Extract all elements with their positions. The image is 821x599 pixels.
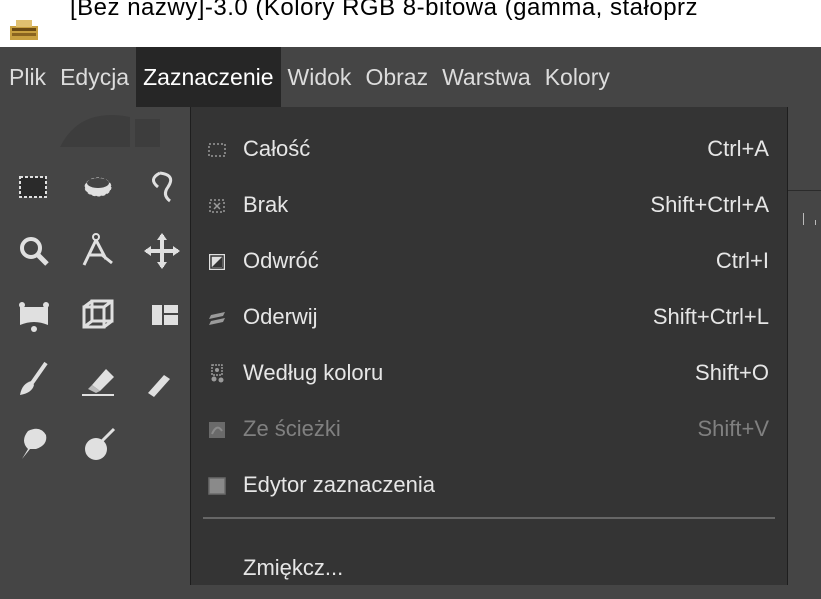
menu-item-shortcut: Shift+O bbox=[695, 360, 769, 385]
menu-item-label: Ze ścieżki bbox=[243, 416, 341, 441]
menu-item-select-all[interactable]: Całość Ctrl+A bbox=[191, 124, 787, 180]
path-to-selection-icon bbox=[209, 422, 225, 438]
menu-item-float[interactable]: Oderwij Shift+Ctrl+L bbox=[191, 292, 787, 348]
menu-separator bbox=[203, 517, 775, 519]
paintbrush-icon[interactable] bbox=[12, 357, 56, 401]
menu-item-selection-editor[interactable]: Edytor zaznaczenia bbox=[191, 460, 787, 516]
select-by-color-icon bbox=[211, 364, 224, 383]
perspective-icon[interactable] bbox=[76, 293, 120, 337]
menu-edycja[interactable]: Edycja bbox=[53, 47, 136, 107]
smudge-icon[interactable] bbox=[12, 421, 56, 465]
menu-item-by-color[interactable]: Według koloru Shift+O bbox=[191, 348, 787, 404]
zoom-icon[interactable] bbox=[12, 229, 56, 273]
menu-obraz[interactable]: Obraz bbox=[358, 47, 435, 107]
menu-item-label: Brak bbox=[243, 192, 289, 217]
menu-item-shortcut: Ctrl+A bbox=[707, 136, 769, 161]
unified-transform-icon[interactable] bbox=[12, 293, 56, 337]
menu-item-from-path: Ze ścieżki Shift+V bbox=[191, 404, 787, 460]
canvas-tab-border bbox=[785, 118, 821, 190]
menu-item-shortcut: Ctrl+I bbox=[715, 248, 769, 273]
menu-zaznaczenie[interactable]: Zaznaczenie bbox=[136, 47, 281, 107]
ruler-tick bbox=[803, 213, 804, 225]
float-selection-icon bbox=[209, 312, 225, 325]
toolbox bbox=[0, 107, 190, 585]
menu-warstwa[interactable]: Warstwa bbox=[435, 47, 538, 107]
menu-item-label: Całość bbox=[243, 136, 311, 161]
gimp-app-icon bbox=[10, 20, 38, 40]
wilber-decoration-icon bbox=[60, 115, 160, 147]
invert-selection-icon bbox=[209, 254, 225, 270]
menu-item-label: Odwróć bbox=[243, 248, 319, 273]
measure-icon[interactable] bbox=[76, 229, 120, 273]
menu-item-label: Edytor zaznaczenia bbox=[243, 472, 435, 497]
menu-item-label: Oderwij bbox=[243, 304, 318, 329]
menu-item-label: Zmiękcz... bbox=[243, 555, 344, 580]
move-icon[interactable] bbox=[140, 229, 184, 273]
menu-item-feather[interactable]: Zmiękcz... bbox=[191, 543, 787, 599]
ruler-tick bbox=[815, 220, 816, 225]
menu-item-label: Według koloru bbox=[243, 360, 384, 385]
select-menu-dropdown: Całość Ctrl+A Brak Shift+Ctrl+A Odwróć C… bbox=[190, 107, 788, 585]
dodge-icon[interactable] bbox=[76, 421, 120, 465]
menu-item-select-none[interactable]: Brak Shift+Ctrl+A bbox=[191, 180, 787, 236]
align-icon[interactable] bbox=[140, 293, 184, 337]
ellipse-select-icon[interactable] bbox=[76, 165, 120, 209]
window-title-bar: [Bez nazwy]-3.0 (Kolory RGB 8-bitowa (ga… bbox=[0, 0, 821, 47]
menu-item-invert[interactable]: Odwróć Ctrl+I bbox=[191, 236, 787, 292]
airbrush-icon[interactable] bbox=[140, 357, 184, 401]
menu-kolory[interactable]: Kolory bbox=[538, 47, 617, 107]
menu-item-shortcut: Shift+Ctrl+A bbox=[650, 192, 769, 217]
canvas-divider bbox=[786, 190, 821, 191]
select-none-icon bbox=[209, 199, 225, 213]
window-title: [Bez nazwy]-3.0 (Kolory RGB 8-bitowa (ga… bbox=[70, 0, 699, 21]
menu-item-shortcut: Shift+Ctrl+L bbox=[652, 304, 769, 329]
menu-item-shortcut: Shift+V bbox=[697, 416, 769, 441]
free-select-icon[interactable] bbox=[140, 165, 184, 209]
select-all-icon bbox=[208, 143, 226, 157]
rect-select-icon[interactable] bbox=[12, 165, 56, 209]
menu-widok[interactable]: Widok bbox=[281, 47, 359, 107]
menu-plik[interactable]: Plik bbox=[0, 47, 53, 107]
selection-editor-icon bbox=[208, 477, 226, 495]
menubar: Plik Edycja Zaznaczenie Widok Obraz Wars… bbox=[0, 47, 821, 107]
eraser-icon[interactable] bbox=[76, 357, 120, 401]
